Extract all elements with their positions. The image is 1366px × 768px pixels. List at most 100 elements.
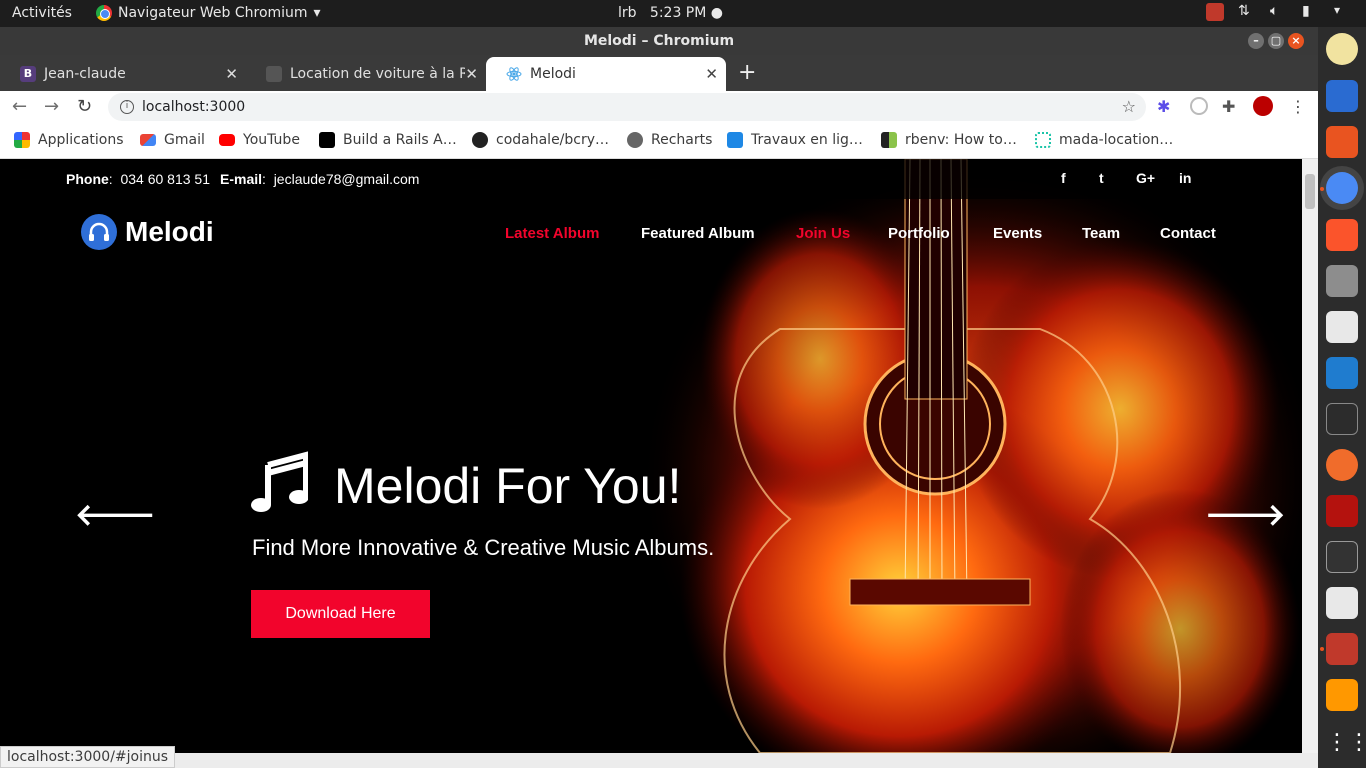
horizontal-scrollbar[interactable] — [0, 753, 1318, 768]
nav-join-us[interactable]: Join Us — [796, 225, 850, 242]
extension-puzzle-icon[interactable]: ✱ — [1157, 97, 1175, 116]
profile-avatar[interactable] — [1253, 96, 1273, 116]
back-button[interactable]: ← — [12, 96, 27, 117]
show-applications-icon[interactable]: ⋮⋮ — [1326, 727, 1366, 759]
volume-icon[interactable]: 🔈︎ — [1270, 3, 1288, 21]
gmail-icon — [140, 134, 156, 146]
window-title: Melodi – Chromium — [583, 33, 735, 49]
contact-info-bar: Phone: 034 60 813 51 E-mail: jeclaude78@… — [0, 159, 1302, 199]
brave-icon[interactable] — [1326, 219, 1358, 251]
google-plus-icon[interactable]: G+ — [1136, 170, 1155, 186]
video-editor-icon[interactable] — [1326, 541, 1358, 573]
close-tab-icon[interactable]: ✕ — [465, 65, 478, 83]
bookmark-youtube[interactable]: YouTube — [219, 132, 300, 148]
address-bar[interactable]: i localhost:3000 ☆ — [108, 93, 1146, 121]
nav-latest-album[interactable]: Latest Album — [505, 225, 599, 242]
postman-icon[interactable] — [1326, 449, 1358, 481]
filezilla-icon[interactable] — [1326, 495, 1358, 527]
chromium-icon — [96, 5, 112, 21]
vscode-icon[interactable] — [1326, 357, 1358, 389]
bookmark-mada-location[interactable]: mada-location… — [1035, 132, 1173, 148]
document-viewer-icon[interactable] — [1326, 587, 1358, 619]
bookmark-label: Recharts — [651, 132, 713, 148]
app-menu-label: Navigateur Web Chromium — [118, 5, 308, 21]
libreoffice-writer-icon[interactable] — [1326, 80, 1358, 112]
extensions-menu-icon[interactable]: ✚ — [1222, 97, 1240, 116]
new-tab-button[interactable]: + — [738, 60, 756, 85]
notification-dot-icon: ● — [710, 5, 723, 21]
twitter-icon[interactable]: t — [1099, 170, 1104, 186]
nav-featured-album[interactable]: Featured Album — [641, 225, 755, 242]
status-url-bubble: localhost:3000/#joinus — [0, 746, 176, 768]
nav-events[interactable]: Events — [993, 225, 1042, 242]
bookmark-recharts[interactable]: Recharts — [627, 132, 712, 148]
bookmark-rails[interactable]: Build a Rails A… — [319, 132, 457, 148]
site-favicon-icon — [266, 66, 282, 82]
software-center-icon[interactable] — [1326, 126, 1358, 158]
reload-button[interactable]: ↻ — [77, 96, 92, 117]
bookmark-gmail[interactable]: Gmail — [140, 132, 205, 148]
chevron-down-icon[interactable]: ▾ — [1334, 3, 1352, 21]
close-window-button[interactable]: × — [1288, 33, 1304, 49]
medium-icon — [319, 132, 335, 148]
info-icon[interactable]: i — [120, 100, 134, 114]
app-menu[interactable]: Navigateur Web Chromium ▾ — [96, 5, 321, 21]
clock[interactable]: lrb 5:23 PM ● — [618, 5, 723, 21]
address-url: localhost:3000 — [142, 99, 246, 115]
bookmark-rbenv[interactable]: rbenv: How to… — [881, 132, 1017, 148]
chromium-icon[interactable] — [1326, 172, 1358, 204]
maximize-button[interactable]: ▢ — [1268, 33, 1284, 49]
activities-button[interactable]: Activités — [12, 5, 72, 21]
sublime-text-icon[interactable] — [1326, 679, 1358, 711]
system-tray[interactable]: ⇅ 🔈︎ ▮ ▾ — [1206, 3, 1352, 21]
bookmark-travaux[interactable]: Travaux en lig… — [727, 132, 863, 148]
close-tab-icon[interactable]: ✕ — [705, 65, 718, 83]
zeal-tray-icon[interactable] — [1206, 3, 1224, 21]
window-title-bar: Melodi – Chromium – ▢ × — [0, 27, 1318, 55]
nav-portfolio[interactable]: Portfolio — [888, 225, 950, 242]
bookmark-bcrypt[interactable]: codahale/bcry… — [472, 132, 609, 148]
nav-team[interactable]: Team — [1082, 225, 1120, 242]
bookmark-applications[interactable]: Applications — [14, 132, 124, 148]
tab-jean-claude[interactable]: B Jean-claude ✕ — [0, 57, 246, 91]
terminal-icon[interactable] — [1326, 403, 1358, 435]
bookmark-label: Applications — [38, 132, 124, 148]
user-label: lrb — [618, 5, 637, 21]
rhythmbox-icon[interactable] — [1326, 33, 1358, 65]
menu-kebab-icon[interactable]: ⋮ — [1290, 97, 1308, 116]
running-indicator-icon — [1320, 647, 1324, 651]
linkedin-icon[interactable]: in — [1179, 170, 1191, 186]
bookmarks-bar: Applications Gmail YouTube Build a Rails… — [0, 123, 1318, 159]
battery-icon[interactable]: ▮ — [1302, 3, 1320, 21]
bookmark-icon — [881, 132, 897, 148]
bookmark-label: Build a Rails A… — [343, 132, 457, 148]
ubuntu-dock: ⋮⋮ — [1318, 27, 1366, 768]
page-viewport: Phone: 034 60 813 51 E-mail: jeclaude78@… — [0, 159, 1302, 753]
zeal-icon[interactable] — [1326, 633, 1358, 665]
bookmark-label: mada-location… — [1059, 132, 1174, 148]
extension-icon[interactable] — [1190, 97, 1208, 115]
carousel-prev-arrow-icon[interactable]: 🡐 — [75, 497, 155, 533]
phone-number: 034 60 813 51 — [120, 171, 210, 187]
bookmark-icon — [727, 132, 743, 148]
apps-grid-icon — [14, 132, 30, 148]
bookmark-label: rbenv: How to… — [905, 132, 1017, 148]
facebook-icon[interactable]: f — [1061, 170, 1066, 186]
tab-melodi[interactable]: Melodi ✕ — [486, 57, 726, 91]
vertical-scrollbar[interactable] — [1302, 159, 1318, 753]
network-icon[interactable]: ⇅ — [1238, 3, 1256, 21]
close-tab-icon[interactable]: ✕ — [225, 65, 238, 83]
nav-contact[interactable]: Contact — [1160, 225, 1216, 242]
carousel-next-arrow-icon[interactable]: 🡒 — [1205, 497, 1285, 533]
clock-time: 5:23 PM — [649, 5, 707, 21]
tab-location-voiture[interactable]: Location de voiture à la R ✕ — [246, 57, 486, 91]
site-logo[interactable]: Melodi — [81, 214, 214, 250]
files-icon[interactable] — [1326, 265, 1358, 297]
chevron-down-icon: ▾ — [313, 5, 321, 21]
minimize-button[interactable]: – — [1248, 33, 1264, 49]
forward-button[interactable]: → — [44, 96, 59, 117]
bookmark-star-icon[interactable]: ☆ — [1122, 93, 1136, 121]
react-icon — [506, 67, 522, 81]
download-button[interactable]: Download Here — [251, 590, 430, 638]
text-editor-icon[interactable] — [1326, 311, 1358, 343]
